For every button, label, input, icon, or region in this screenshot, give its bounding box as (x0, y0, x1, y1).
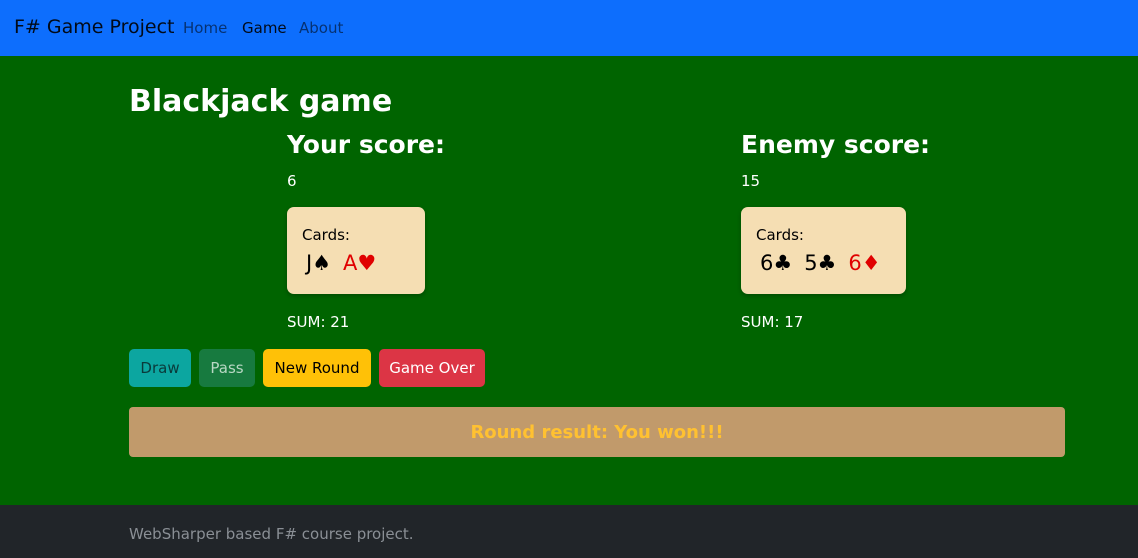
enemy-score-heading: Enemy score: (741, 130, 931, 159)
player-cards-panel: Cards: J♠ A♥ (287, 207, 425, 294)
enemy-score-value: 15 (741, 172, 761, 190)
nav-link-home[interactable]: Home (183, 19, 227, 37)
enemy-cards-row: 6♣ 5♣ 6♦ (760, 251, 893, 275)
new-round-button[interactable]: New Round (263, 349, 371, 387)
player-score-value: 6 (287, 172, 297, 190)
page-title: Blackjack game (129, 84, 393, 119)
player-card: A♥ (343, 251, 377, 275)
nav-link-about[interactable]: About (299, 19, 343, 37)
nav-link-game[interactable]: Game (242, 19, 287, 37)
enemy-cards-label: Cards: (756, 226, 804, 244)
draw-button[interactable]: Draw (129, 349, 191, 387)
player-cards-label: Cards: (302, 226, 350, 244)
enemy-card: 6♣ (760, 251, 793, 275)
round-result-banner: Round result: You won!!! (129, 407, 1065, 457)
footer: WebSharper based F# course project. (0, 505, 1138, 558)
player-score-heading: Your score: (287, 130, 445, 159)
player-sum: SUM: 21 (287, 313, 350, 331)
player-card: J♠ (306, 251, 332, 275)
top-navbar: F# Game Project Home Game About (0, 0, 1138, 56)
brand-link[interactable]: F# Game Project (14, 16, 175, 38)
enemy-sum: SUM: 17 (741, 313, 804, 331)
pass-button[interactable]: Pass (199, 349, 255, 387)
enemy-cards-panel: Cards: 6♣ 5♣ 6♦ (741, 207, 906, 294)
game-over-button[interactable]: Game Over (379, 349, 485, 387)
footer-text: WebSharper based F# course project. (129, 525, 414, 543)
enemy-card: 5♣ (804, 251, 837, 275)
enemy-card: 6♦ (848, 251, 881, 275)
player-cards-row: J♠ A♥ (306, 251, 388, 275)
